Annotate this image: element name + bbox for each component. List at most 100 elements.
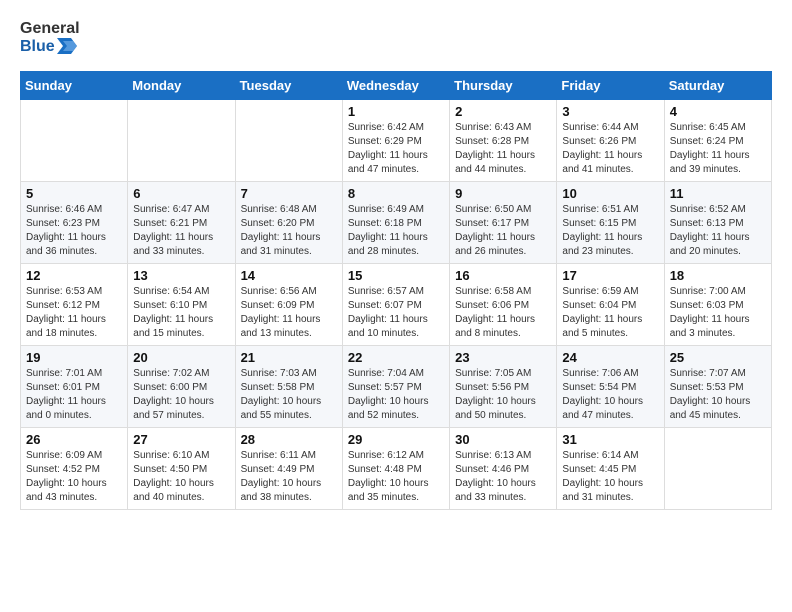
calendar-cell	[128, 100, 235, 182]
day-number: 20	[133, 350, 229, 365]
weekday-header: Sunday	[21, 72, 128, 100]
calendar-cell: 17 Sunrise: 6:59 AM Sunset: 6:04 PM Dayli…	[557, 264, 664, 346]
weekday-header-row: SundayMondayTuesdayWednesdayThursdayFrid…	[21, 72, 772, 100]
day-info: Sunrise: 6:43 AM Sunset: 6:28 PM Dayligh…	[455, 121, 551, 177]
calendar-cell	[235, 100, 342, 182]
day-number: 30	[455, 432, 551, 447]
day-number: 8	[348, 186, 444, 201]
logo-general: General	[20, 20, 80, 38]
calendar-cell: 24 Sunrise: 7:06 AM Sunset: 5:54 PM Dayli…	[557, 346, 664, 428]
calendar-cell: 9 Sunrise: 6:50 AM Sunset: 6:17 PM Daylig…	[450, 182, 557, 264]
day-number: 15	[348, 268, 444, 283]
day-info: Sunrise: 6:42 AM Sunset: 6:29 PM Dayligh…	[348, 121, 444, 177]
day-number: 21	[241, 350, 337, 365]
calendar-week-row: 1 Sunrise: 6:42 AM Sunset: 6:29 PM Daylig…	[21, 100, 772, 182]
day-info: Sunrise: 7:01 AM Sunset: 6:01 PM Dayligh…	[26, 367, 122, 423]
day-info: Sunrise: 6:47 AM Sunset: 6:21 PM Dayligh…	[133, 203, 229, 259]
day-info: Sunrise: 6:57 AM Sunset: 6:07 PM Dayligh…	[348, 285, 444, 341]
day-number: 28	[241, 432, 337, 447]
day-number: 23	[455, 350, 551, 365]
day-number: 22	[348, 350, 444, 365]
day-info: Sunrise: 7:03 AM Sunset: 5:58 PM Dayligh…	[241, 367, 337, 423]
calendar-week-row: 12Sunrise: 6:53 AM Sunset: 6:12 PM Dayli…	[21, 264, 772, 346]
day-number: 1	[348, 104, 444, 119]
day-info: Sunrise: 7:04 AM Sunset: 5:57 PM Dayligh…	[348, 367, 444, 423]
calendar-cell: 14 Sunrise: 6:56 AM Sunset: 6:09 PM Dayli…	[235, 264, 342, 346]
day-info: Sunrise: 7:06 AM Sunset: 5:54 PM Dayligh…	[562, 367, 658, 423]
day-number: 14	[241, 268, 337, 283]
calendar-cell: 6 Sunrise: 6:47 AM Sunset: 6:21 PM Daylig…	[128, 182, 235, 264]
calendar-cell	[21, 100, 128, 182]
calendar-cell: 28 Sunrise: 6:11 AM Sunset: 4:49 PM Dayli…	[235, 428, 342, 510]
day-info: Sunrise: 6:48 AM Sunset: 6:20 PM Dayligh…	[241, 203, 337, 259]
logo-arrow-icon	[57, 38, 77, 54]
weekday-header: Monday	[128, 72, 235, 100]
day-number: 9	[455, 186, 551, 201]
weekday-header: Friday	[557, 72, 664, 100]
day-number: 17	[562, 268, 658, 283]
day-number: 3	[562, 104, 658, 119]
day-number: 2	[455, 104, 551, 119]
calendar-cell: 27Sunrise: 6:10 AM Sunset: 4:50 PM Dayli…	[128, 428, 235, 510]
day-info: Sunrise: 6:56 AM Sunset: 6:09 PM Dayligh…	[241, 285, 337, 341]
calendar-week-row: 19 Sunrise: 7:01 AM Sunset: 6:01 PM Dayli…	[21, 346, 772, 428]
logo: General Blue	[20, 20, 80, 55]
day-number: 31	[562, 432, 658, 447]
calendar-cell: 18Sunrise: 7:00 AM Sunset: 6:03 PM Dayli…	[664, 264, 771, 346]
day-number: 19	[26, 350, 122, 365]
day-number: 6	[133, 186, 229, 201]
day-number: 24	[562, 350, 658, 365]
day-info: Sunrise: 6:13 AM Sunset: 4:46 PM Dayligh…	[455, 449, 551, 505]
calendar-table: SundayMondayTuesdayWednesdayThursdayFrid…	[20, 71, 772, 510]
calendar-cell: 5 Sunrise: 6:46 AM Sunset: 6:23 PM Daylig…	[21, 182, 128, 264]
calendar-cell: 8 Sunrise: 6:49 AM Sunset: 6:18 PM Daylig…	[342, 182, 449, 264]
day-info: Sunrise: 7:07 AM Sunset: 5:53 PM Dayligh…	[670, 367, 766, 423]
day-info: Sunrise: 6:49 AM Sunset: 6:18 PM Dayligh…	[348, 203, 444, 259]
weekday-header: Saturday	[664, 72, 771, 100]
calendar-cell: 20 Sunrise: 7:02 AM Sunset: 6:00 PM Dayli…	[128, 346, 235, 428]
day-info: Sunrise: 6:46 AM Sunset: 6:23 PM Dayligh…	[26, 203, 122, 259]
page-header: General Blue	[20, 20, 772, 55]
calendar-cell: 30 Sunrise: 6:13 AM Sunset: 4:46 PM Dayli…	[450, 428, 557, 510]
day-info: Sunrise: 6:11 AM Sunset: 4:49 PM Dayligh…	[241, 449, 337, 505]
calendar-week-row: 26Sunrise: 6:09 AM Sunset: 4:52 PM Dayli…	[21, 428, 772, 510]
calendar-cell: 25Sunrise: 7:07 AM Sunset: 5:53 PM Dayli…	[664, 346, 771, 428]
day-info: Sunrise: 6:50 AM Sunset: 6:17 PM Dayligh…	[455, 203, 551, 259]
day-info: Sunrise: 6:14 AM Sunset: 4:45 PM Dayligh…	[562, 449, 658, 505]
day-info: Sunrise: 6:54 AM Sunset: 6:10 PM Dayligh…	[133, 285, 229, 341]
day-number: 5	[26, 186, 122, 201]
calendar-cell: 3 Sunrise: 6:44 AM Sunset: 6:26 PM Daylig…	[557, 100, 664, 182]
weekday-header: Thursday	[450, 72, 557, 100]
calendar-cell: 12Sunrise: 6:53 AM Sunset: 6:12 PM Dayli…	[21, 264, 128, 346]
day-info: Sunrise: 7:02 AM Sunset: 6:00 PM Dayligh…	[133, 367, 229, 423]
day-info: Sunrise: 6:45 AM Sunset: 6:24 PM Dayligh…	[670, 121, 766, 177]
day-number: 16	[455, 268, 551, 283]
weekday-header: Wednesday	[342, 72, 449, 100]
calendar-cell: 31 Sunrise: 6:14 AM Sunset: 4:45 PM Dayli…	[557, 428, 664, 510]
day-info: Sunrise: 6:59 AM Sunset: 6:04 PM Dayligh…	[562, 285, 658, 341]
day-number: 7	[241, 186, 337, 201]
calendar-cell: 4 Sunrise: 6:45 AM Sunset: 6:24 PM Daylig…	[664, 100, 771, 182]
day-number: 29	[348, 432, 444, 447]
day-number: 27	[133, 432, 229, 447]
calendar-cell: 23Sunrise: 7:05 AM Sunset: 5:56 PM Dayli…	[450, 346, 557, 428]
logo-blue: Blue	[20, 38, 80, 56]
calendar-cell: 10Sunrise: 6:51 AM Sunset: 6:15 PM Dayli…	[557, 182, 664, 264]
day-number: 11	[670, 186, 766, 201]
day-info: Sunrise: 6:52 AM Sunset: 6:13 PM Dayligh…	[670, 203, 766, 259]
calendar-cell: 15 Sunrise: 6:57 AM Sunset: 6:07 PM Dayli…	[342, 264, 449, 346]
day-number: 12	[26, 268, 122, 283]
day-number: 26	[26, 432, 122, 447]
calendar-cell: 11 Sunrise: 6:52 AM Sunset: 6:13 PM Dayli…	[664, 182, 771, 264]
day-info: Sunrise: 7:00 AM Sunset: 6:03 PM Dayligh…	[670, 285, 766, 341]
calendar-cell: 16Sunrise: 6:58 AM Sunset: 6:06 PM Dayli…	[450, 264, 557, 346]
day-info: Sunrise: 6:44 AM Sunset: 6:26 PM Dayligh…	[562, 121, 658, 177]
calendar-cell	[664, 428, 771, 510]
calendar-cell: 1 Sunrise: 6:42 AM Sunset: 6:29 PM Daylig…	[342, 100, 449, 182]
day-number: 4	[670, 104, 766, 119]
day-info: Sunrise: 6:51 AM Sunset: 6:15 PM Dayligh…	[562, 203, 658, 259]
calendar-cell: 2 Sunrise: 6:43 AM Sunset: 6:28 PM Daylig…	[450, 100, 557, 182]
calendar-cell: 22 Sunrise: 7:04 AM Sunset: 5:57 PM Dayli…	[342, 346, 449, 428]
weekday-header: Tuesday	[235, 72, 342, 100]
day-info: Sunrise: 6:12 AM Sunset: 4:48 PM Dayligh…	[348, 449, 444, 505]
